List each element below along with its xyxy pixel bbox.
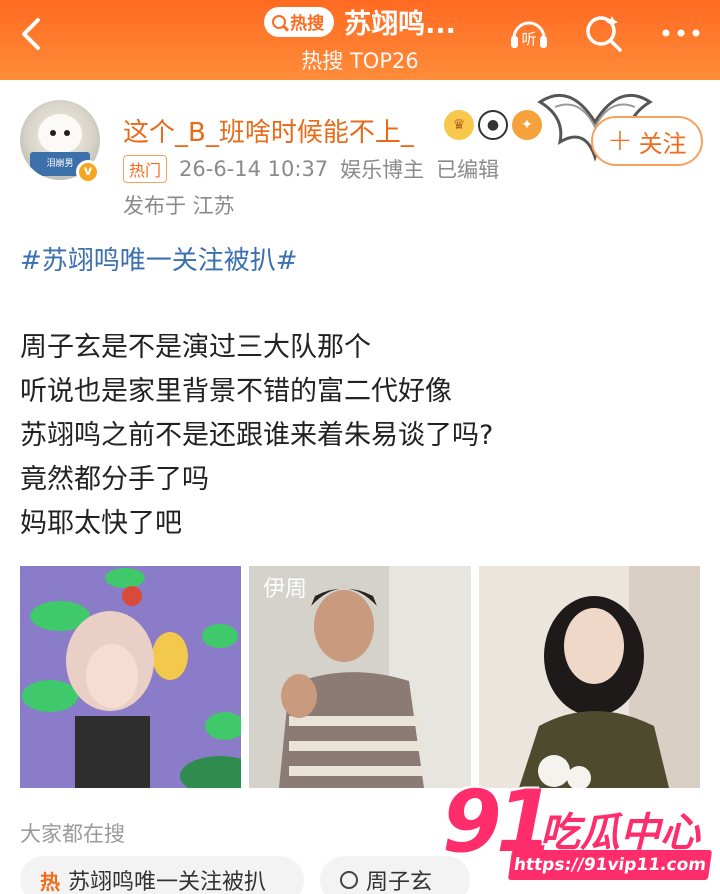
- search-icon: [340, 871, 358, 889]
- hot-tag: 热门: [123, 155, 168, 183]
- search-chip-label: 苏翊鸣唯一关注被扒: [68, 870, 267, 894]
- search-chip[interactable]: 热 苏翊鸣唯一关注被扒: [20, 856, 304, 894]
- post-image-1[interactable]: [20, 566, 241, 788]
- location: 发布于 江苏: [123, 194, 235, 218]
- watermark: 91 吃瓜中心 https://91vip11.com: [436, 772, 720, 894]
- post-line: 苏翊鸣之前不是还跟谁来着朱易谈了吗?: [20, 420, 494, 451]
- timestamp: 26-6-14 10:37: [179, 157, 329, 181]
- hot-icon: 热: [40, 869, 60, 894]
- panda-icon: ●: [478, 110, 508, 140]
- verified-icon: v: [76, 160, 100, 184]
- listen-label: 听: [521, 30, 536, 48]
- topic-link[interactable]: #苏翊鸣唯一关注被扒#: [20, 240, 298, 277]
- plus-icon: +: [607, 123, 633, 158]
- edited-label: 已编辑: [436, 158, 500, 182]
- follow-label: 关注: [638, 129, 687, 158]
- username[interactable]: 这个_B_班啥时候能不上_: [123, 112, 414, 149]
- photo-art: 伊周: [249, 566, 471, 788]
- author-role: 娱乐博主: [340, 158, 425, 182]
- post-meta: 热门 26-6-14 10:37 娱乐博主 已编辑: [123, 154, 499, 184]
- magazine-title: 伊周: [263, 577, 307, 602]
- post-line: 听说也是家里背景不错的富二代好像: [20, 376, 452, 407]
- avatar-eye: [64, 130, 70, 136]
- user-badges: ♛ ● ✦: [444, 110, 542, 140]
- top-bar: 热搜 苏翊鸣... 热搜 TOP26 听: [0, 0, 720, 80]
- post-image-2[interactable]: 伊周: [249, 566, 471, 788]
- follow-button[interactable]: + 关注: [591, 116, 703, 166]
- avatar-eye: [50, 130, 56, 136]
- search-icon[interactable]: [580, 10, 626, 56]
- search-chip-label: 周子玄: [366, 870, 433, 894]
- avatar-face: [38, 114, 82, 154]
- listen-icon[interactable]: 听: [506, 10, 552, 56]
- crown-icon: ♛: [444, 110, 474, 140]
- post-body: 周子玄是不是演过三大队那个 听说也是家里背景不错的富二代好像 苏翊鸣之前不是还跟…: [20, 326, 493, 546]
- hot-search-pill[interactable]: 热搜: [264, 6, 335, 37]
- hot-search-label: 热搜: [290, 14, 325, 34]
- post-line: 周子玄是不是演过三大队那个: [20, 332, 371, 363]
- search-icon: [272, 14, 287, 29]
- photo-art: [20, 566, 241, 788]
- photo-art: [479, 566, 700, 788]
- watermark-url: https://91vip11.com: [507, 850, 713, 880]
- trending-label: 大家都在搜: [20, 822, 125, 846]
- more-icon[interactable]: [658, 10, 704, 56]
- page-title: 苏翊鸣...: [344, 9, 456, 40]
- post-line: 竟然都分手了吗: [20, 464, 209, 495]
- post-line: 妈耶太快了吧: [20, 508, 182, 539]
- post-image-3[interactable]: [479, 566, 700, 788]
